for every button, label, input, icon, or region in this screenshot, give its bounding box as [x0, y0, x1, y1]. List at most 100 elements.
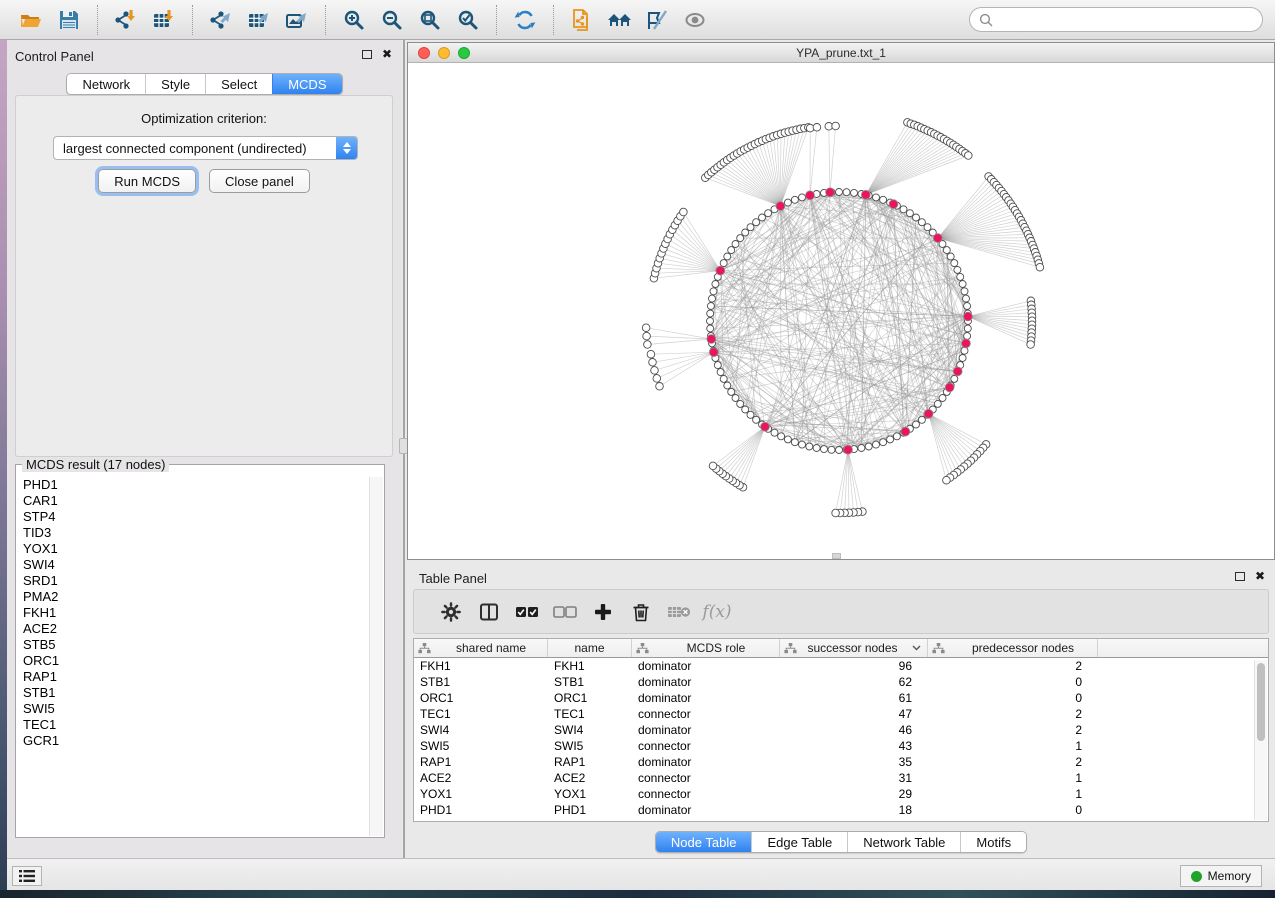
zoom-out-button[interactable]: [373, 4, 411, 36]
mcds-result-item[interactable]: FKH1: [17, 605, 369, 621]
ring-node[interactable]: [737, 400, 744, 407]
ring-node[interactable]: [784, 436, 791, 443]
mcds-result-item[interactable]: YOX1: [17, 541, 369, 557]
mcds-hub-node[interactable]: [709, 348, 718, 357]
mcds-hub-node[interactable]: [962, 339, 971, 348]
zoom-fit-button[interactable]: [411, 4, 449, 36]
column-header-name[interactable]: name: [548, 639, 632, 657]
export-network-button[interactable]: [202, 4, 240, 36]
ring-node[interactable]: [851, 189, 858, 196]
table-row[interactable]: STB1STB1dominator620: [414, 674, 1268, 690]
cell-successors[interactable]: 62: [780, 675, 928, 689]
table-row[interactable]: YOX1YOX1connector291: [414, 786, 1268, 802]
leaf-node[interactable]: [1027, 341, 1035, 349]
cell-name[interactable]: YOX1: [548, 787, 632, 801]
ring-node[interactable]: [964, 333, 971, 340]
leaf-node[interactable]: [642, 324, 650, 332]
ring-node[interactable]: [728, 388, 735, 395]
ring-node[interactable]: [959, 355, 966, 362]
leaf-node[interactable]: [649, 359, 657, 367]
leaf-node[interactable]: [813, 124, 821, 132]
zoom-selected-button[interactable]: [449, 4, 487, 36]
cell-predecessors[interactable]: 2: [928, 755, 1098, 769]
memory-button[interactable]: Memory: [1180, 865, 1262, 887]
mcds-hub-node[interactable]: [964, 312, 973, 321]
ring-node[interactable]: [821, 446, 828, 453]
ring-node[interactable]: [961, 347, 968, 354]
ring-node[interactable]: [707, 325, 714, 332]
horizontal-splitter-grip[interactable]: [832, 553, 841, 559]
network-graph[interactable]: [408, 63, 1274, 559]
cell-successors[interactable]: 35: [780, 755, 928, 769]
mcds-hub-node[interactable]: [924, 409, 933, 418]
table-row[interactable]: SWI4SWI4dominator462: [414, 722, 1268, 738]
network-canvas[interactable]: [408, 63, 1274, 559]
ring-node[interactable]: [843, 189, 850, 196]
column-layout-button[interactable]: [470, 597, 508, 627]
mcds-hub-node[interactable]: [901, 427, 910, 436]
ring-node[interactable]: [742, 406, 749, 413]
cell-shared_name[interactable]: ACE2: [414, 771, 548, 785]
cell-predecessors[interactable]: 0: [928, 803, 1098, 817]
cell-predecessors[interactable]: 2: [928, 659, 1098, 673]
ring-node[interactable]: [709, 295, 716, 302]
cell-shared_name[interactable]: ORC1: [414, 691, 548, 705]
search-input[interactable]: [999, 13, 1253, 27]
leaf-node[interactable]: [651, 367, 659, 375]
leaf-node[interactable]: [965, 152, 973, 160]
cell-successors[interactable]: 61: [780, 691, 928, 705]
mcds-hub-node[interactable]: [844, 445, 853, 454]
leaf-node[interactable]: [653, 375, 661, 383]
ring-node[interactable]: [913, 421, 920, 428]
cell-name[interactable]: FKH1: [548, 659, 632, 673]
cell-shared_name[interactable]: SWI4: [414, 723, 548, 737]
zoom-in-button[interactable]: [335, 4, 373, 36]
control-panel-tab-mcds[interactable]: MCDS: [272, 74, 341, 94]
leaf-node[interactable]: [1036, 263, 1044, 271]
ring-node[interactable]: [799, 194, 806, 201]
ring-node[interactable]: [714, 362, 721, 369]
cell-successors[interactable]: 43: [780, 739, 928, 753]
close-table-panel-icon[interactable]: ✖: [1255, 571, 1265, 581]
cell-predecessors[interactable]: 0: [928, 691, 1098, 705]
table-row[interactable]: ORC1ORC1dominator610: [414, 690, 1268, 706]
ring-node[interactable]: [806, 443, 813, 450]
cell-name[interactable]: PHD1: [548, 803, 632, 817]
cell-name[interactable]: TEC1: [548, 707, 632, 721]
ring-node[interactable]: [939, 395, 946, 402]
leaf-node[interactable]: [647, 350, 655, 358]
table-tab-edge-table[interactable]: Edge Table: [751, 832, 847, 852]
cell-role[interactable]: dominator: [632, 803, 780, 817]
cell-successors[interactable]: 96: [780, 659, 928, 673]
mcds-result-item[interactable]: STB1: [17, 685, 369, 701]
mcds-hub-node[interactable]: [889, 200, 898, 209]
mcds-result-item[interactable]: ORC1: [17, 653, 369, 669]
cell-shared_name[interactable]: STB1: [414, 675, 548, 689]
control-panel-tab-network[interactable]: Network: [67, 74, 145, 94]
cell-name[interactable]: ACE2: [548, 771, 632, 785]
export-image-button[interactable]: [278, 4, 316, 36]
column-header-role[interactable]: MCDS role: [632, 639, 780, 657]
cell-successors[interactable]: 46: [780, 723, 928, 737]
ring-node[interactable]: [791, 439, 798, 446]
table-row[interactable]: RAP1RAP1dominator352: [414, 754, 1268, 770]
ring-node[interactable]: [947, 253, 954, 260]
save-session-button[interactable]: [50, 4, 88, 36]
ring-node[interactable]: [957, 273, 964, 280]
close-panel-icon[interactable]: ✖: [382, 49, 392, 59]
function-builder-button[interactable]: f(x): [698, 597, 736, 627]
select-all-checkboxes-button[interactable]: [508, 597, 546, 627]
ring-node[interactable]: [836, 189, 843, 196]
mcds-hub-node[interactable]: [953, 367, 962, 376]
ring-node[interactable]: [964, 325, 971, 332]
ring-node[interactable]: [707, 303, 714, 310]
mcds-result-item[interactable]: STP4: [17, 509, 369, 525]
ring-node[interactable]: [858, 445, 865, 452]
mcds-result-item[interactable]: GCR1: [17, 733, 369, 749]
ring-node[interactable]: [753, 219, 760, 226]
mcds-hub-node[interactable]: [776, 202, 785, 211]
ring-node[interactable]: [865, 443, 872, 450]
mcds-result-item[interactable]: RAP1: [17, 669, 369, 685]
hide-annotations-button[interactable]: [639, 4, 677, 36]
cell-name[interactable]: STB1: [548, 675, 632, 689]
